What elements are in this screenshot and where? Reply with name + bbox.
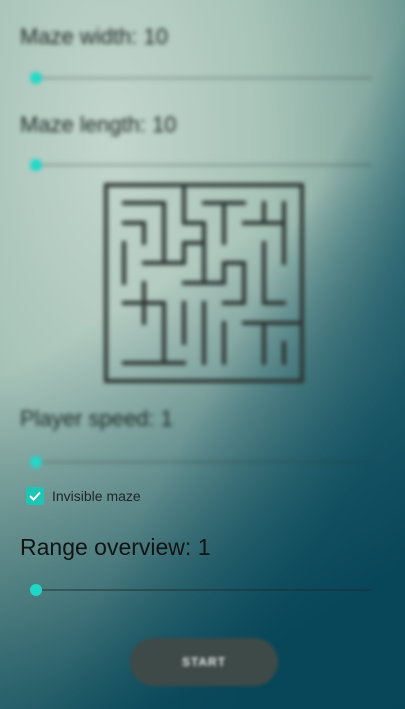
player-speed-label: Player speed: 1 [20,406,173,431]
maze-length-slider[interactable] [30,159,372,171]
maze-width-slider[interactable] [30,72,372,84]
slider-track [36,164,372,166]
slider-track [36,77,372,79]
maze-icon [104,183,304,383]
slider-track [36,589,372,591]
slider-thumb[interactable] [30,456,42,468]
start-button[interactable]: START [130,638,278,686]
maze-width-label: Maze width: 10 [20,24,168,49]
range-overview-slider[interactable] [30,584,372,596]
invisible-maze-label: Invisible maze [52,488,141,504]
maze-length-label: Maze length: 10 [20,112,177,137]
slider-thumb[interactable] [30,159,42,171]
slider-thumb[interactable] [30,72,42,84]
slider-track [36,461,372,463]
invisible-maze-checkbox[interactable] [26,487,44,505]
check-icon [29,491,41,501]
invisible-maze-checkbox-row[interactable]: Invisible maze [26,487,141,505]
slider-thumb[interactable] [30,584,42,596]
player-speed-slider[interactable] [30,456,372,468]
range-overview-label: Range overview: 1 [20,534,211,560]
